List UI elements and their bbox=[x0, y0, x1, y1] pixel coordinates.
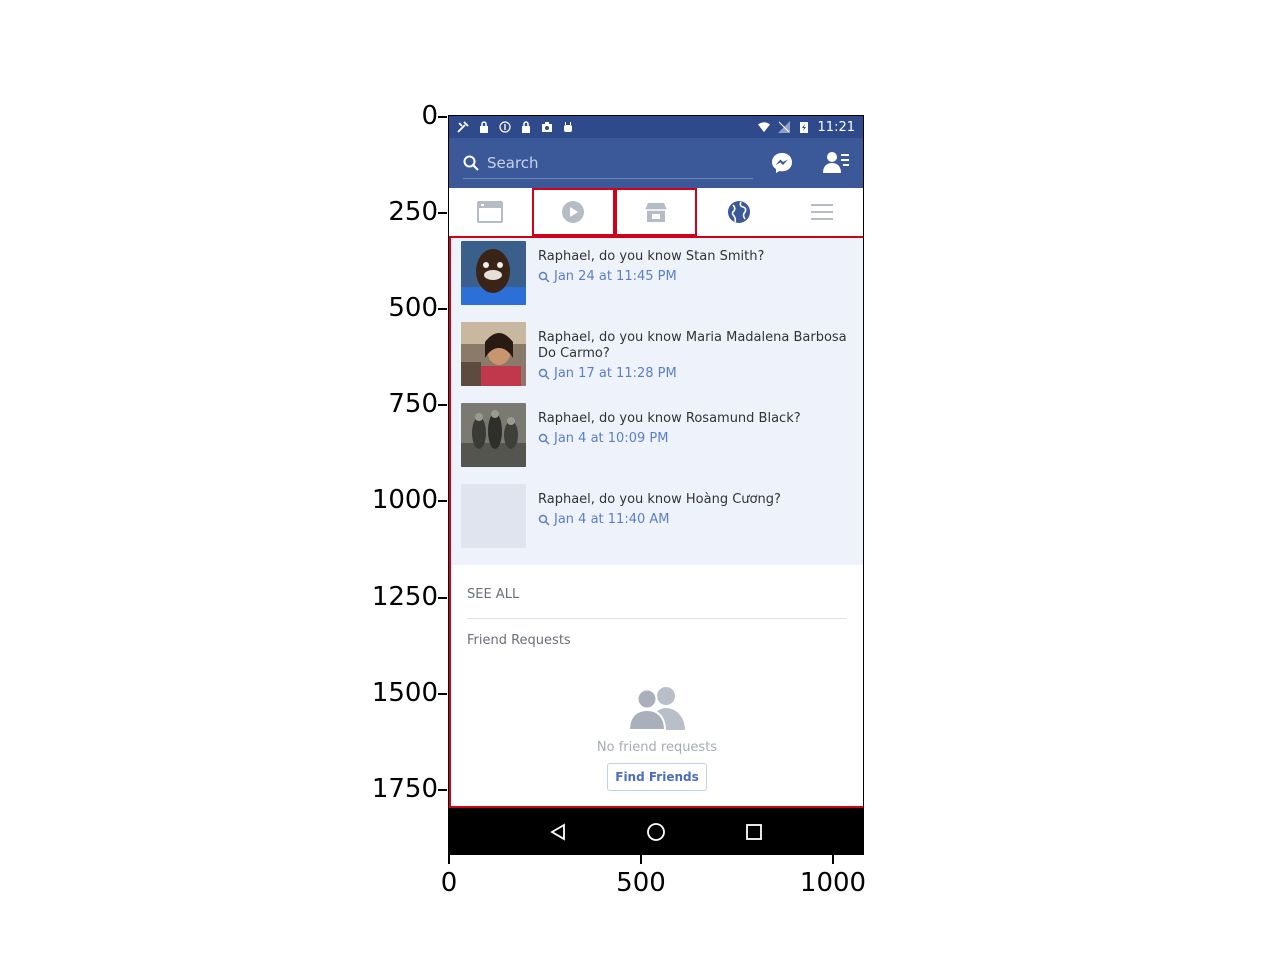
store-icon bbox=[645, 203, 668, 222]
list-item[interactable]: Raphael, do you know Rosamund Black? Jan… bbox=[451, 403, 863, 484]
search-box[interactable] bbox=[463, 147, 753, 179]
y-tick-label: 250 bbox=[388, 197, 438, 227]
back-button[interactable] bbox=[543, 817, 573, 847]
avatar bbox=[461, 403, 526, 467]
info-icon bbox=[499, 121, 511, 133]
lock-icon bbox=[522, 121, 530, 133]
avatar bbox=[461, 322, 526, 386]
search-input[interactable] bbox=[487, 153, 727, 172]
people-search-icon bbox=[538, 368, 550, 380]
y-tick-label: 1250 bbox=[371, 582, 438, 612]
friend-requests-button[interactable] bbox=[821, 148, 851, 178]
phone-screen: 11:21 Search Raphael, do you know Stan S… bbox=[448, 115, 864, 855]
notification-list: Raphael, do you know Stan Smith? Jan 24 … bbox=[451, 238, 863, 565]
wifi-icon bbox=[757, 122, 770, 133]
y-tick-label: 1500 bbox=[371, 678, 438, 708]
messenger-button[interactable] bbox=[767, 148, 797, 178]
y-tick-label: 500 bbox=[388, 293, 438, 323]
list-item[interactable]: Raphael, do you know Stan Smith? Jan 24 … bbox=[451, 241, 863, 322]
notifications-panel: Raphael, do you know Stan Smith? Jan 24 … bbox=[449, 238, 863, 806]
recents-button[interactable] bbox=[739, 817, 769, 847]
y-tick bbox=[438, 597, 447, 599]
recents-square-icon bbox=[746, 824, 762, 840]
tab-notifications[interactable] bbox=[697, 188, 780, 236]
search-icon bbox=[463, 155, 479, 171]
tab-news-feed[interactable] bbox=[449, 188, 532, 236]
find-friends-button[interactable]: Find Friends bbox=[607, 763, 707, 791]
y-tick bbox=[438, 116, 447, 118]
notification-message: Raphael, do you know Stan Smith? bbox=[538, 249, 765, 264]
battery-charging-icon bbox=[799, 122, 808, 133]
tab-marketplace[interactable] bbox=[614, 188, 698, 236]
y-tick-label: 1000 bbox=[371, 485, 438, 515]
tools-icon bbox=[457, 121, 469, 133]
friends-icon bbox=[823, 152, 849, 173]
x-tick-label: 500 bbox=[616, 868, 666, 898]
avatar bbox=[461, 241, 526, 305]
camera-icon bbox=[542, 122, 552, 132]
notification-time: Jan 24 at 11:45 PM bbox=[554, 269, 677, 284]
y-tick bbox=[438, 212, 447, 214]
home-circle-icon bbox=[647, 823, 665, 841]
y-tick bbox=[438, 500, 447, 502]
people-search-icon bbox=[538, 271, 550, 283]
friend-requests-empty: No friend requests Find Friends bbox=[451, 686, 863, 791]
notification-time: Jan 17 at 11:28 PM bbox=[554, 366, 677, 381]
x-tick bbox=[832, 855, 834, 864]
status-bar: 11:21 bbox=[449, 116, 863, 138]
android-icon bbox=[564, 122, 572, 132]
menu-icon bbox=[810, 204, 833, 220]
no-signal-icon bbox=[777, 121, 790, 133]
tab-bar bbox=[449, 188, 863, 238]
x-tick-label: 1000 bbox=[799, 868, 867, 898]
friends-icon bbox=[629, 687, 685, 730]
x-tick-label: 0 bbox=[440, 868, 458, 898]
notification-message: Raphael, do you know Hoàng Cương? bbox=[538, 492, 781, 507]
status-time: 11:21 bbox=[817, 119, 855, 135]
tab-menu[interactable] bbox=[780, 188, 863, 236]
globe-icon bbox=[727, 201, 750, 223]
top-bar bbox=[449, 138, 863, 188]
notification-message: Raphael, do you know Maria Madalena Barb… bbox=[538, 330, 847, 361]
empty-message: No friend requests bbox=[596, 740, 718, 755]
x-tick bbox=[640, 855, 642, 864]
y-tick bbox=[438, 789, 447, 791]
notification-time: Jan 4 at 11:40 AM bbox=[554, 512, 670, 527]
list-item[interactable]: Raphael, do you know Hoàng Cương? Jan 4 … bbox=[451, 484, 863, 565]
x-tick bbox=[448, 855, 450, 864]
notification-time: Jan 4 at 10:09 PM bbox=[554, 431, 669, 446]
people-search-icon bbox=[538, 514, 550, 526]
friend-requests-title: Friend Requests bbox=[467, 633, 571, 648]
see-all-link[interactable]: SEE ALL bbox=[467, 571, 847, 619]
avatar-placeholder bbox=[461, 484, 526, 548]
notification-message: Raphael, do you know Rosamund Black? bbox=[538, 411, 801, 426]
list-item[interactable]: Raphael, do you know Maria Madalena Barb… bbox=[451, 322, 863, 403]
play-icon bbox=[562, 201, 585, 223]
android-nav-bar bbox=[449, 806, 863, 854]
tab-video[interactable] bbox=[531, 188, 615, 236]
messenger-icon bbox=[772, 153, 792, 173]
y-tick bbox=[438, 308, 447, 310]
y-tick-label: 0 bbox=[421, 101, 438, 131]
lock-icon bbox=[480, 121, 488, 133]
y-tick-label: 1750 bbox=[371, 774, 438, 804]
newsfeed-icon bbox=[477, 201, 504, 223]
people-search-icon bbox=[538, 433, 550, 445]
back-triangle-icon bbox=[550, 823, 565, 841]
y-tick-label: 750 bbox=[388, 389, 438, 419]
y-tick bbox=[438, 404, 447, 406]
home-button[interactable] bbox=[641, 817, 671, 847]
y-tick bbox=[438, 693, 447, 695]
